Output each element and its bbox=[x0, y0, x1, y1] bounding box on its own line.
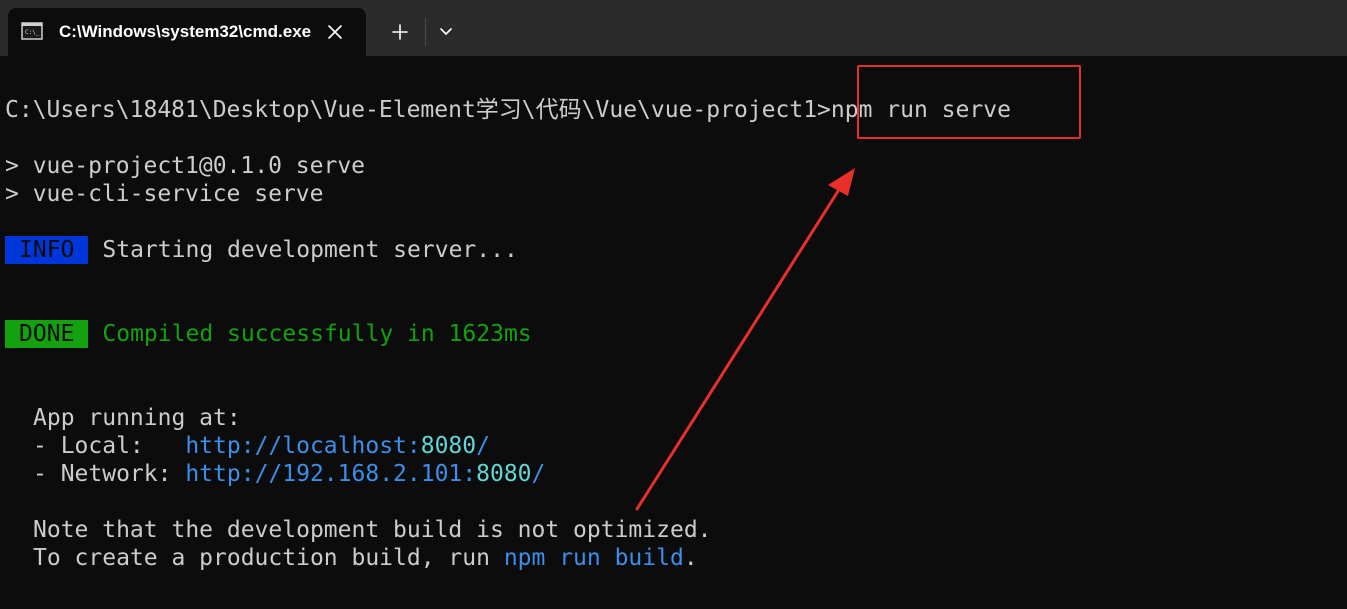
build-command: npm run build bbox=[503, 545, 684, 571]
prompt-path: C:\Users\18481\Desktop\Vue-Element学习\代码\… bbox=[5, 97, 831, 123]
terminal-icon: C:\_ bbox=[21, 22, 43, 40]
tab-title: C:\Windows\system32\cmd.exe bbox=[59, 22, 312, 41]
build-hint-line: To create a production build, run npm ru… bbox=[33, 544, 698, 572]
app-running-line: App running at: bbox=[33, 405, 241, 431]
done-text: Compiled successfully in 1623ms bbox=[102, 321, 532, 347]
info-line: INFO Starting development server... bbox=[5, 236, 518, 264]
script-line: > vue-cli-service serve bbox=[5, 181, 324, 207]
tab-bar: C:\_ C:\Windows\system32\cmd.exe bbox=[0, 0, 1347, 56]
network-url-line: - Network: http://192.168.2.101:8080/ bbox=[33, 460, 545, 488]
build-hint-prefix: To create a production build, run bbox=[33, 545, 504, 571]
info-text: Starting development server... bbox=[102, 237, 518, 263]
done-badge: DONE bbox=[5, 320, 89, 348]
plus-icon[interactable] bbox=[383, 16, 417, 48]
close-icon[interactable] bbox=[324, 21, 346, 43]
network-url-link[interactable]: http://192.168.2.101: bbox=[185, 461, 476, 487]
svg-text:C:\_: C:\_ bbox=[25, 29, 40, 36]
local-port[interactable]: 8080 bbox=[421, 433, 476, 459]
network-port[interactable]: 8080 bbox=[476, 461, 531, 487]
note-line: Note that the development build is not o… bbox=[33, 517, 712, 543]
local-url-link[interactable]: http://localhost: bbox=[185, 433, 420, 459]
build-hint-suffix: . bbox=[683, 545, 698, 571]
annotation-highlight-box bbox=[857, 65, 1081, 139]
network-label: - Network: bbox=[33, 461, 186, 487]
done-line: DONE Compiled successfully in 1623ms bbox=[5, 320, 532, 348]
tab-divider bbox=[425, 18, 426, 46]
local-label: - Local: bbox=[33, 433, 186, 459]
network-url-trailing[interactable]: / bbox=[532, 461, 546, 487]
chevron-down-icon[interactable] bbox=[431, 18, 461, 46]
info-badge: INFO bbox=[5, 236, 89, 264]
console-output[interactable]: C:\Users\18481\Desktop\Vue-Element学习\代码\… bbox=[0, 56, 1347, 609]
tab-cmd[interactable]: C:\_ C:\Windows\system32\cmd.exe bbox=[8, 8, 366, 56]
terminal-window: C:\_ C:\Windows\system32\cmd.exe C:\User… bbox=[0, 0, 1347, 609]
local-url-trailing[interactable]: / bbox=[476, 433, 490, 459]
script-line: > vue-project1@0.1.0 serve bbox=[5, 153, 366, 179]
local-url-line: - Local: http://localhost:8080/ bbox=[33, 432, 490, 460]
